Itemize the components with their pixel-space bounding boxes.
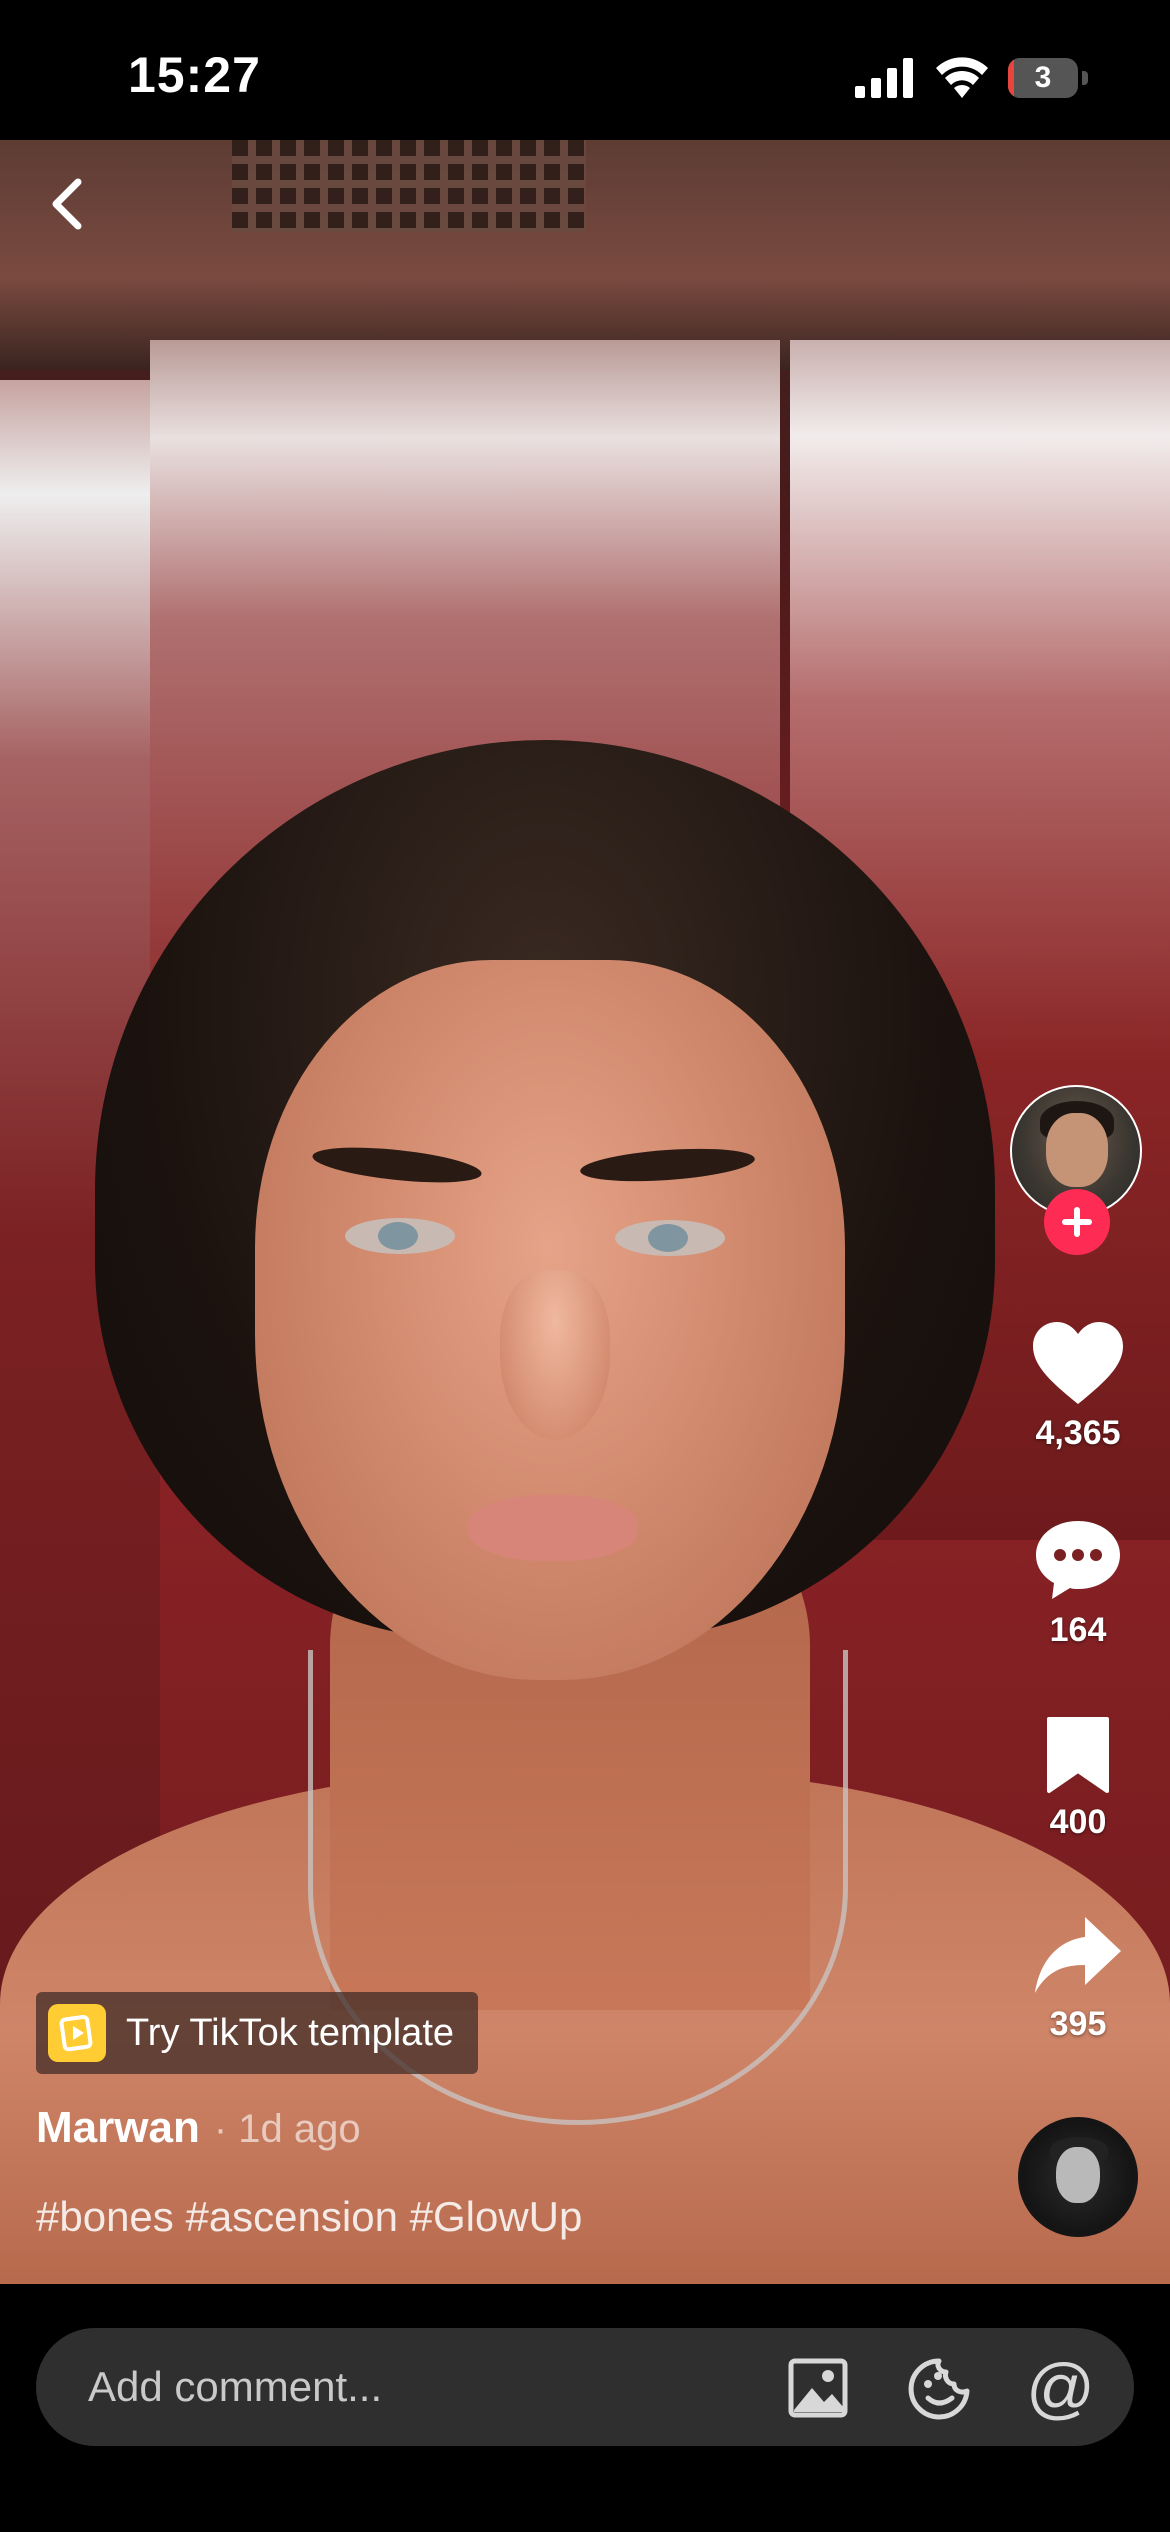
comment-bubble-icon xyxy=(1036,1521,1120,1599)
person-mouth xyxy=(468,1495,638,1561)
template-icon xyxy=(48,2004,106,2062)
post-time: · 1d ago xyxy=(213,2107,361,2151)
battery-indicator: 3 xyxy=(1008,58,1088,98)
author-row: Marwan · 1d ago xyxy=(36,2103,361,2153)
share-button[interactable]: 395 xyxy=(1000,1913,1156,2044)
avatar-face xyxy=(1046,1113,1108,1187)
person-nose xyxy=(500,1270,610,1440)
template-chip[interactable]: Try TikTok template xyxy=(36,1992,479,2074)
right-iris xyxy=(648,1224,688,1252)
battery-level: 3 xyxy=(1034,61,1052,94)
hashtags[interactable]: #bones #ascension #GlowUp xyxy=(36,2193,582,2241)
like-count: 4,365 xyxy=(1035,1414,1121,1452)
video-player[interactable] xyxy=(0,140,1170,2284)
battery-tip xyxy=(1082,71,1088,85)
mention-icon[interactable]: @ xyxy=(1026,2354,1095,2422)
left-iris xyxy=(378,1222,418,1250)
comment-count: 164 xyxy=(1049,1611,1107,1649)
elevator-vent xyxy=(232,140,586,232)
sound-disc[interactable] xyxy=(1018,2117,1138,2237)
like-button[interactable]: 4,365 xyxy=(1000,1320,1156,1453)
share-count: 395 xyxy=(1049,2005,1107,2043)
back-arrow-icon[interactable] xyxy=(38,168,98,240)
favorite-count: 400 xyxy=(1049,1803,1107,1841)
status-time: 15:27 xyxy=(128,47,261,103)
comment-placeholder: Add comment... xyxy=(88,2363,383,2410)
emoji-icon[interactable] xyxy=(908,2358,970,2420)
cellular-signal-icon xyxy=(855,58,913,98)
heart-icon xyxy=(1033,1322,1123,1404)
share-arrow-icon xyxy=(1035,1917,1121,1993)
plus-icon xyxy=(1062,1207,1092,1237)
image-icon[interactable] xyxy=(788,2358,848,2418)
wifi-icon xyxy=(936,57,988,98)
author-name[interactable]: Marwan xyxy=(36,2103,200,2153)
sound-disc-face xyxy=(1056,2147,1100,2203)
status-bar: 15:27 3 xyxy=(0,0,1170,140)
favorite-button[interactable]: 400 xyxy=(1000,1715,1156,1842)
follow-button[interactable] xyxy=(1044,1189,1110,1255)
template-label: Try TikTok template xyxy=(126,2011,455,2054)
bookmark-icon xyxy=(1047,1717,1109,1793)
comment-input[interactable]: Add comment... @ xyxy=(36,2328,1134,2446)
comment-button[interactable]: 164 xyxy=(1000,1517,1156,1650)
battery-body: 3 xyxy=(1008,58,1078,98)
